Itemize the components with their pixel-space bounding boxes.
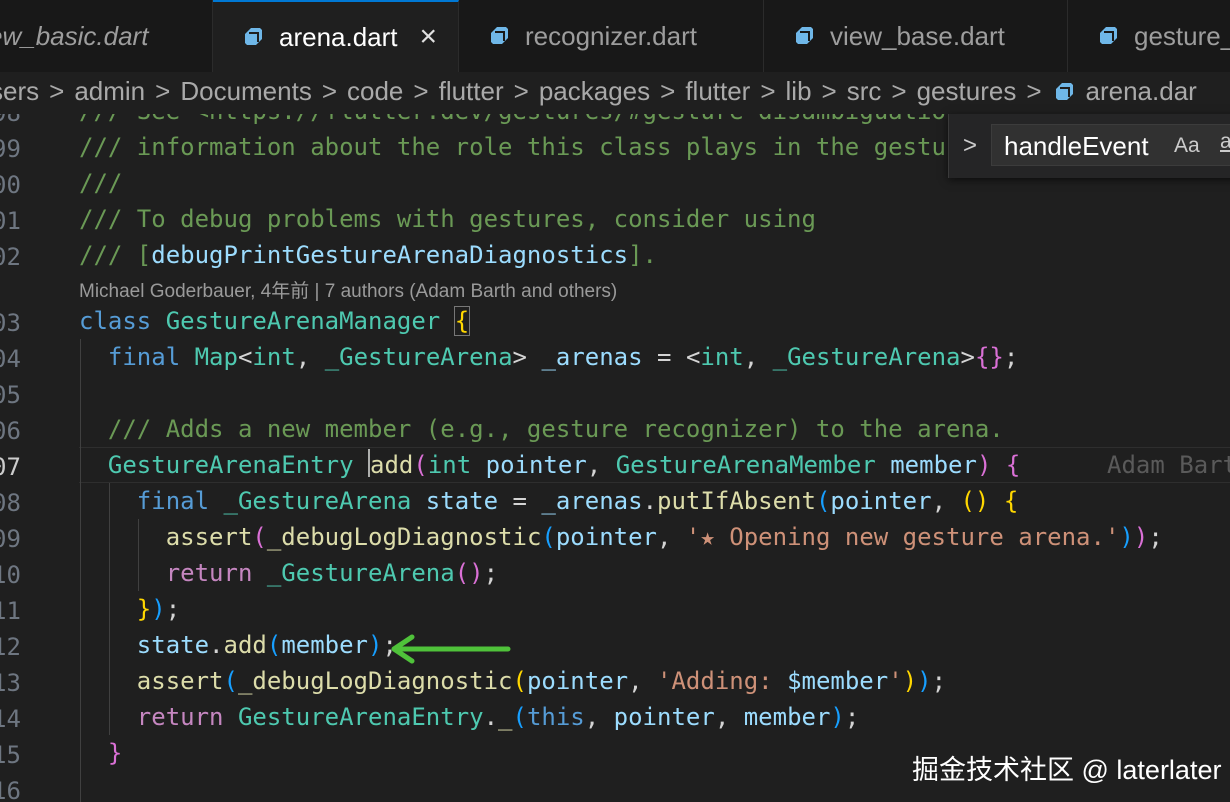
chevron-right-icon: > (413, 76, 429, 106)
line-number: 14 (0, 705, 21, 733)
code-line: /// See <https://flutter.dev/gestures/#g… (79, 114, 946, 129)
tab-label: arena.dart (279, 21, 398, 52)
code-line: return GestureArenaEntry._(this, pointer… (136, 703, 860, 731)
breadcrumb-item[interactable]: flutter (435, 76, 508, 107)
code-line: final Map<int, _GestureArena> _arenas = … (107, 343, 1019, 371)
line-number: 16 (0, 777, 21, 802)
code-line: } (107, 739, 123, 767)
breadcrumb-item[interactable]: code (343, 76, 407, 107)
dart-file-icon (245, 28, 262, 45)
close-icon[interactable]: × (420, 22, 438, 52)
breadcrumb-item[interactable]: lib (782, 76, 816, 107)
breadcrumb-item[interactable]: admin (70, 76, 149, 107)
dart-file-icon (1055, 82, 1073, 100)
code-line: /// Adds a new member (e.g., gesture rec… (107, 415, 1004, 443)
line-number: 00 (0, 171, 21, 199)
tab-label: recognizer.dart (525, 20, 697, 51)
line-number: 06 (0, 417, 21, 445)
find-widget: > handleEvent Aa ab (948, 114, 1230, 178)
match-case-toggle[interactable]: Aa (1174, 134, 1200, 158)
chevron-right-icon: > (321, 76, 338, 106)
code-line: state.add(member); (136, 631, 397, 659)
code-line: }); (136, 595, 181, 623)
dart-file-icon (1100, 27, 1117, 44)
chevron-right-icon: > (660, 76, 676, 106)
breadcrumb-item[interactable]: gestures (913, 76, 1021, 107)
tab-label: view_base.dart (830, 20, 1005, 51)
tab-recognizer[interactable]: recognizer.dart (459, 0, 764, 72)
tab-gesture[interactable]: gesture_ (1068, 0, 1230, 72)
chevron-right-icon: > (513, 76, 529, 106)
whole-word-toggle[interactable]: ab (1220, 130, 1230, 154)
code-editor[interactable]: 98 99 00 01 02 03 04 05 06 07 08 09 10 1… (0, 114, 1230, 802)
dart-file-icon (796, 27, 813, 44)
chevron-right-icon[interactable]: > (963, 132, 977, 160)
line-number: 08 (0, 489, 21, 517)
dart-file-icon (491, 27, 508, 44)
watermark: 掘金技术社区 @ laterlater (912, 755, 1222, 785)
tab-label: ew_basic.dart (0, 20, 149, 51)
line-number: 03 (0, 309, 21, 337)
tab-view-base[interactable]: view_base.dart (764, 0, 1068, 72)
breadcrumb-item[interactable]: arena.dar (1082, 76, 1201, 107)
code-line: GestureArenaEntry add(int pointer, Gestu… (79, 447, 1230, 483)
code-line: /// [debugPrintGestureArenaDiagnostics]. (79, 241, 657, 269)
tab-bar: ew_basic.dart arena.dart × recognizer.da… (0, 0, 1230, 73)
find-input-value: handleEvent (1004, 131, 1149, 161)
code-line: final _GestureArena state = _arenas.putI… (136, 487, 1019, 515)
line-number: 98 (0, 114, 32, 127)
annotation-arrow-icon (391, 634, 511, 664)
chevron-right-icon: > (155, 76, 171, 106)
line-number: 05 (0, 381, 21, 409)
line-number: 11 (0, 597, 21, 625)
inline-blame: Adam Bart (1107, 451, 1230, 479)
line-number: 07 (0, 453, 21, 481)
code-line: /// information about the role this clas… (79, 133, 946, 161)
line-number: 99 (0, 135, 21, 163)
breadcrumb-item[interactable]: flutter (681, 76, 754, 107)
tab-view-basic[interactable]: ew_basic.dart (0, 0, 213, 72)
chevron-right-icon: > (1026, 76, 1042, 106)
line-number: 10 (0, 561, 21, 589)
code-line: /// (79, 169, 123, 197)
chevron-right-icon: > (891, 76, 907, 106)
line-number: 02 (0, 243, 21, 271)
line-number: 09 (0, 525, 21, 553)
breadcrumb: sers> admin> Documents> code> flutter> p… (0, 72, 1230, 114)
breadcrumb-item[interactable]: sers (0, 76, 43, 107)
code-line: assert(_debugLogDiagnostic(pointer, 'Add… (136, 667, 947, 695)
chevron-right-icon: > (760, 76, 776, 106)
chevron-right-icon: > (49, 76, 65, 106)
code-line: class GestureArenaManager { (79, 306, 471, 336)
breadcrumb-item[interactable]: src (843, 76, 886, 107)
line-number: 12 (0, 633, 21, 661)
line-number: 01 (0, 207, 21, 235)
code-line: /// To debug problems with gestures, con… (79, 205, 816, 233)
breadcrumb-item[interactable]: packages (535, 76, 654, 107)
line-number: 13 (0, 669, 21, 697)
code-line: assert(_debugLogDiagnostic(pointer, '★ O… (165, 523, 1163, 551)
code-line: return _GestureArena(); (165, 559, 499, 587)
line-number: 04 (0, 345, 21, 373)
line-number: 15 (0, 741, 21, 769)
find-input[interactable]: handleEvent Aa ab (991, 124, 1230, 166)
breadcrumb-item[interactable]: Documents (176, 76, 316, 107)
codelens-blame[interactable]: Michael Goderbauer, 4年前 | 7 authors (Ada… (79, 276, 617, 303)
tab-arena[interactable]: arena.dart × (213, 0, 459, 72)
tab-label: gesture_ (1134, 20, 1230, 51)
chevron-right-icon: > (821, 76, 837, 106)
